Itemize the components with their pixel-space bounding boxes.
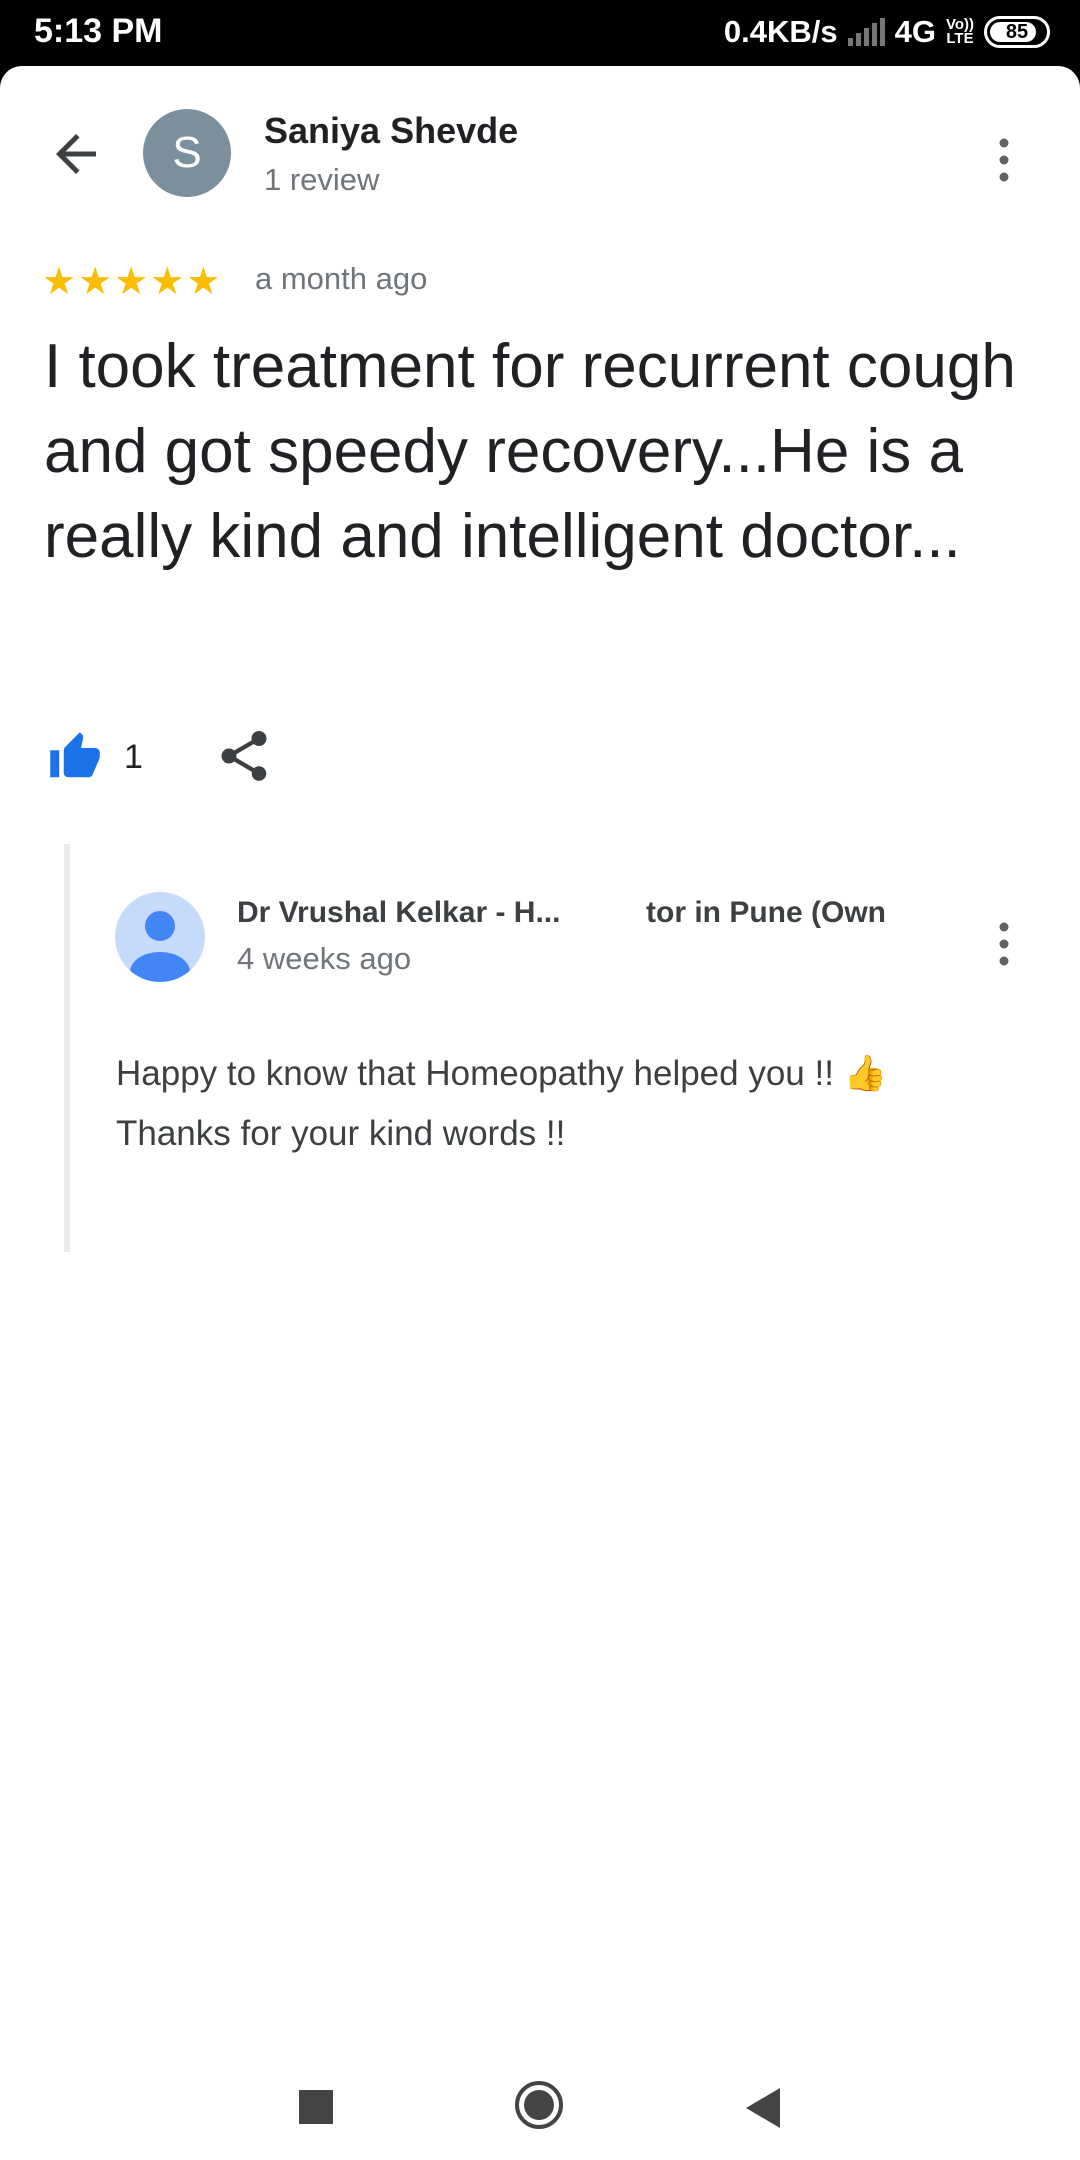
star-icon: ★: [114, 261, 149, 303]
battery-level: 85: [1005, 20, 1029, 43]
reviewer-name[interactable]: Saniya Shevde: [264, 110, 518, 152]
recents-button[interactable]: [299, 2090, 333, 2124]
reply-divider: [64, 844, 70, 1252]
more-vert-icon: [999, 138, 1009, 182]
like-count: 1: [124, 737, 143, 776]
review-text: I took treatment for recurrent cough and…: [44, 332, 1016, 571]
back-triangle-icon: [746, 2088, 780, 2128]
star-icon: ★: [78, 261, 113, 303]
star-icon: ★: [186, 261, 221, 303]
navigation-bar: [0, 2030, 1080, 2160]
battery-icon: 85: [984, 16, 1050, 48]
reply-more-options-button[interactable]: [980, 914, 1028, 974]
reply-text-line: Happy to know that Homeopathy helped you…: [116, 1054, 888, 1093]
nav-back-button[interactable]: [742, 2086, 782, 2130]
reply-time: 4 weeks ago: [237, 941, 412, 976]
status-bar: 5:13 PM 0.4KB/s 4G Vo)) LTE 85: [0, 0, 1080, 66]
status-time: 5:13 PM: [34, 12, 163, 50]
share-icon: [221, 731, 267, 781]
owner-name-suffix: tor in Pune (Own: [646, 896, 886, 929]
star-icon: ★: [150, 261, 185, 303]
thumb-up-icon: [50, 732, 100, 778]
like-button[interactable]: 1: [48, 722, 168, 792]
back-button[interactable]: [46, 124, 106, 184]
arrow-back-icon: [56, 134, 96, 174]
home-button[interactable]: [514, 2080, 564, 2130]
review-time: a month ago: [255, 261, 428, 296]
review-sheet: S Saniya Shevde 1 review ★ ★ ★ ★ ★ a month a…: [0, 66, 1080, 2030]
reviewer-avatar[interactable]: S: [143, 109, 231, 197]
star-icon: ★: [42, 261, 77, 303]
owner-name: Dr Vrushal Kelkar - H...: [237, 896, 561, 929]
volte-icon: Vo)) LTE: [945, 16, 974, 47]
status-indicators: 0.4KB/s 4G Vo)) LTE 85: [724, 12, 1050, 52]
share-button[interactable]: [214, 726, 274, 786]
person-icon: [130, 911, 190, 982]
signal-icon: [847, 18, 885, 46]
reviewer-review-count: 1 review: [264, 162, 380, 197]
network-type: 4G: [894, 14, 936, 49]
owner-avatar: [115, 892, 205, 982]
star-rating: ★ ★ ★ ★ ★: [42, 263, 220, 301]
more-options-button[interactable]: [980, 130, 1028, 190]
network-speed: 0.4KB/s: [723, 14, 838, 49]
more-vert-icon: [999, 922, 1009, 966]
home-circle-icon: [515, 2081, 563, 2129]
reply-text-line: Thanks for your kind words !!: [116, 1114, 566, 1153]
reply-text: Happy to know that Homeopathy helped you…: [116, 1044, 1036, 1164]
